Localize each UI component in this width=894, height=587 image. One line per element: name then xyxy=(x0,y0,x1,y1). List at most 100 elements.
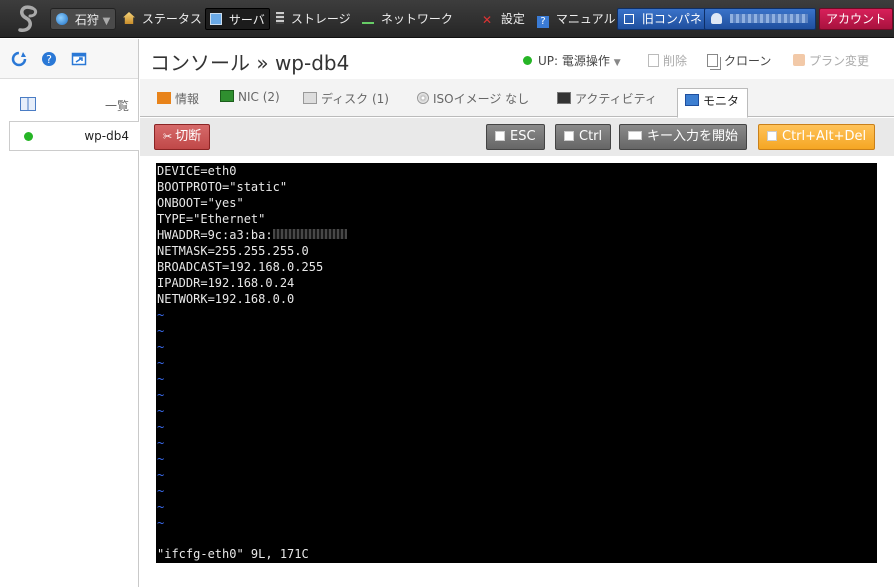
console-line: ONBOOT="yes" xyxy=(157,196,244,210)
chevron-down-icon: ▼ xyxy=(102,16,111,27)
console-line: NETMASK=255.255.255.0 xyxy=(157,244,309,258)
old-control-panel-button[interactable]: 旧コンパネ xyxy=(617,8,709,30)
open-window-icon[interactable] xyxy=(71,51,87,67)
old-control-panel-label: 旧コンパネ xyxy=(641,12,702,26)
tab-info[interactable]: 情報 xyxy=(157,90,199,107)
tab-iso[interactable]: ISOイメージ なし xyxy=(417,90,529,107)
nic-icon xyxy=(220,90,234,102)
vnc-console[interactable]: DEVICE=eth0 BOOTPROTO="static" ONBOOT="y… xyxy=(156,163,877,563)
empty-line-marker: ~ xyxy=(157,308,165,322)
nav-storage[interactable]: ストレージ xyxy=(272,8,355,30)
nav-manual[interactable]: ? マニュアル xyxy=(533,8,619,30)
monitor-icon xyxy=(685,94,699,106)
disconnect-icon: ✂ xyxy=(163,130,173,143)
esc-button[interactable]: ESC xyxy=(486,124,545,150)
globe-icon xyxy=(56,13,68,25)
key-icon xyxy=(767,131,777,141)
clone-button[interactable]: クローン xyxy=(707,52,771,69)
window-icon xyxy=(624,14,634,24)
user-icon xyxy=(711,13,722,24)
tab-nic-label: NIC (2) xyxy=(238,90,280,104)
tab-activity[interactable]: アクティビティ xyxy=(557,90,657,107)
empty-line-marker: ~ xyxy=(157,500,165,514)
power-menu[interactable]: UP: 電源操作 ▼ xyxy=(523,52,621,69)
server-list-header: 一覧 xyxy=(0,95,138,115)
list-label[interactable]: 一覧 xyxy=(105,97,129,114)
user-menu-button[interactable] xyxy=(704,8,816,30)
plan-change-button[interactable]: プラン変更 xyxy=(793,52,869,69)
region-label: 石狩 xyxy=(74,13,99,27)
ctrl-alt-del-button[interactable]: Ctrl+Alt+Del xyxy=(758,124,876,150)
key-icon xyxy=(564,131,574,141)
tab-monitor[interactable]: モニタ xyxy=(677,88,749,118)
page-header: コンソール » wp-db4 UP: 電源操作 ▼ 削除 クローン プラン変更 xyxy=(140,39,894,79)
empty-line-marker: ~ xyxy=(157,388,165,402)
sidebar: ? 一覧 wp-db4 xyxy=(0,39,139,587)
esc-label: ESC xyxy=(510,129,536,144)
svg-text:?: ? xyxy=(46,53,52,66)
empty-line-marker: ~ xyxy=(157,356,165,370)
trash-icon xyxy=(648,54,659,67)
start-key-input-button[interactable]: キー入力を開始 xyxy=(619,124,748,150)
nav-settings[interactable]: ✕ 設定 xyxy=(478,8,529,30)
console-line: DEVICE=eth0 xyxy=(157,164,237,178)
key-icon xyxy=(495,131,505,141)
account-button[interactable]: アカウント xyxy=(819,8,894,30)
top-bar: 石狩 ▼ ステータス サーバ ストレージ ネットワーク ✕ 設定 ? マニュアル… xyxy=(0,0,894,38)
nav-network-label: ネットワーク xyxy=(380,12,453,26)
empty-line-marker: ~ xyxy=(157,516,165,530)
sql-icon xyxy=(157,92,171,104)
sidebar-server-wp-db4[interactable]: wp-db4 xyxy=(9,121,139,151)
vim-status-line: "ifcfg-eth0" 9L, 171C xyxy=(157,547,309,561)
ctrl-label: Ctrl xyxy=(579,129,603,144)
tab-nic[interactable]: NIC (2) xyxy=(220,90,280,104)
nav-status-label: ステータス xyxy=(141,12,202,26)
nav-manual-label: マニュアル xyxy=(555,12,616,26)
console-line: HWADDR=9c:a3:ba: xyxy=(157,228,273,242)
empty-line-marker: ~ xyxy=(157,468,165,482)
console-toolbar: ✂ 切断 ESC Ctrl キー入力を開始 Ctrl+Alt+Del xyxy=(140,118,894,156)
sidebar-toolbar: ? xyxy=(0,39,138,79)
nav-network[interactable]: ネットワーク xyxy=(358,8,457,30)
empty-line-marker: ~ xyxy=(157,420,165,434)
clone-label: クローン xyxy=(724,54,772,68)
storage-icon xyxy=(276,12,284,24)
console-line: NETWORK=192.168.0.0 xyxy=(157,292,295,306)
activity-icon xyxy=(557,92,571,104)
help-icon[interactable]: ? xyxy=(41,51,57,67)
status-up-indicator xyxy=(523,56,532,65)
empty-line-marker: ~ xyxy=(157,372,165,386)
page-title: コンソール » wp-db4 xyxy=(150,51,350,75)
tab-disk[interactable]: ディスク (1) xyxy=(303,90,389,107)
cd-icon xyxy=(417,92,429,104)
chevron-down-icon: ▼ xyxy=(613,58,621,68)
home-icon xyxy=(123,12,135,24)
disconnect-label: 切断 xyxy=(175,129,202,144)
nav-server-label: サーバ xyxy=(228,13,265,27)
monitor-icon xyxy=(210,13,222,25)
tools-icon: ✕ xyxy=(482,13,493,27)
tab-bar: 情報 NIC (2) ディスク (1) ISOイメージ なし アクティビティ モ… xyxy=(140,79,894,118)
nav-server[interactable]: サーバ xyxy=(205,8,270,30)
tab-iso-label: ISOイメージ なし xyxy=(433,92,530,106)
console-line: IPADDR=192.168.0.24 xyxy=(157,276,295,290)
nav-settings-label: 設定 xyxy=(500,12,525,26)
console-line-hwaddr: HWADDR=9c:a3:ba: xyxy=(157,227,347,243)
refresh-icon[interactable] xyxy=(11,51,27,67)
delete-label: 削除 xyxy=(663,54,688,68)
server-name: wp-db4 xyxy=(84,129,129,143)
disk-icon xyxy=(303,92,317,104)
book-icon[interactable] xyxy=(20,97,36,111)
region-selector[interactable]: 石狩 ▼ xyxy=(50,8,117,30)
empty-line-marker: ~ xyxy=(157,324,165,338)
sakura-logo[interactable] xyxy=(14,4,40,34)
disconnect-button[interactable]: ✂ 切断 xyxy=(154,124,211,150)
nav-status[interactable]: ステータス xyxy=(119,8,206,30)
empty-line-marker: ~ xyxy=(157,404,165,418)
ctrl-button[interactable]: Ctrl xyxy=(555,124,612,150)
tab-info-label: 情報 xyxy=(175,92,200,106)
help-icon: ? xyxy=(537,16,549,28)
redacted-mac xyxy=(272,229,347,239)
delete-button[interactable]: 削除 xyxy=(648,52,687,69)
start-key-input-label: キー入力を開始 xyxy=(647,129,739,144)
